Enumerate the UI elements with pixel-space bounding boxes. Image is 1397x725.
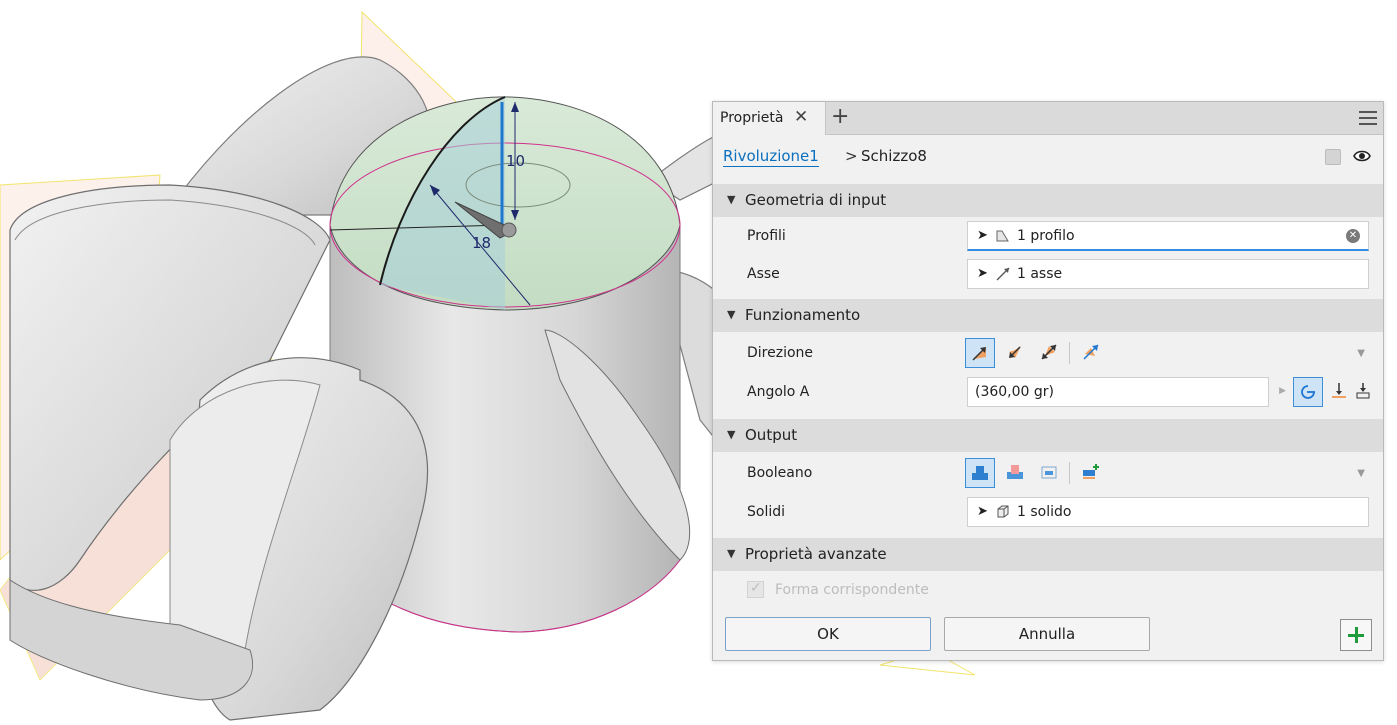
section-output[interactable]: ▼ Output bbox=[713, 419, 1383, 452]
select-arrow-icon: ➤ bbox=[977, 266, 988, 281]
boolean-join-button[interactable] bbox=[965, 458, 995, 488]
direction-label: Direzione bbox=[747, 345, 814, 361]
direction-default-button[interactable] bbox=[965, 338, 995, 368]
section-title: Funzionamento bbox=[745, 306, 861, 324]
solid-cube-icon bbox=[997, 505, 1009, 518]
select-arrow-icon: ➤ bbox=[977, 228, 988, 243]
breadcrumb-separator: > bbox=[845, 147, 858, 165]
row-match-shape: Forma corrispondente bbox=[713, 571, 1383, 609]
boolean-label: Booleano bbox=[747, 465, 813, 481]
dimension-diameter-label[interactable]: 18 bbox=[472, 234, 491, 252]
direction-asymmetric-button[interactable] bbox=[1077, 338, 1107, 368]
chevron-down-icon[interactable]: ▼ bbox=[1357, 348, 1365, 359]
profiles-label: Profili bbox=[747, 228, 786, 244]
axis-value: 1 asse bbox=[1017, 266, 1063, 282]
close-icon[interactable]: ✕ bbox=[794, 107, 808, 127]
match-shape-label: Forma corrispondente bbox=[775, 582, 929, 598]
new-solid-button[interactable] bbox=[1077, 458, 1107, 488]
row-axis: Asse ➤ 1 asse bbox=[713, 255, 1383, 293]
to-body-button[interactable] bbox=[1349, 377, 1379, 407]
eye-icon[interactable] bbox=[1353, 149, 1371, 163]
breadcrumb: Rivoluzione1 > Schizzo8 bbox=[713, 135, 1383, 175]
match-shape-checkbox[interactable] bbox=[747, 580, 764, 598]
ok-button[interactable]: OK bbox=[725, 617, 931, 651]
caret-right-icon[interactable]: ▶ bbox=[1279, 386, 1286, 396]
section-title: Output bbox=[745, 426, 798, 444]
axis-icon bbox=[996, 267, 1010, 281]
angle-label: Angolo A bbox=[747, 384, 810, 400]
panel-tab-bar: Proprietà ✕ + bbox=[713, 102, 1383, 135]
axis-label: Asse bbox=[747, 266, 780, 282]
collapse-caret-icon[interactable]: ▼ bbox=[727, 547, 735, 560]
properties-panel: Proprietà ✕ + Rivoluzione1 > Schizzo8 ▼ … bbox=[712, 101, 1384, 661]
boolean-cut-button[interactable] bbox=[1001, 458, 1031, 488]
solids-selector[interactable]: ➤ 1 solido bbox=[967, 497, 1369, 527]
breadcrumb-sketch-link[interactable]: Schizzo8 bbox=[861, 147, 927, 165]
section-behavior[interactable]: ▼ Funzionamento bbox=[713, 299, 1383, 332]
chevron-down-icon[interactable]: ▼ bbox=[1357, 468, 1365, 479]
axis-selector[interactable]: ➤ 1 asse bbox=[967, 259, 1369, 289]
clear-selection-icon[interactable]: ✕ bbox=[1346, 229, 1360, 243]
select-arrow-icon: ➤ bbox=[977, 504, 988, 519]
solids-value: 1 solido bbox=[1017, 504, 1072, 520]
cube-icon[interactable] bbox=[1325, 149, 1341, 165]
section-title: Geometria di input bbox=[745, 191, 887, 209]
row-boolean: Booleano ▼ bbox=[713, 454, 1383, 492]
row-profiles: Profili ➤ 1 profilo ✕ bbox=[713, 217, 1383, 255]
solids-label: Solidi bbox=[747, 504, 786, 520]
dimension-height-label[interactable]: 10 bbox=[506, 152, 525, 170]
row-solids: Solidi ➤ 1 solido bbox=[713, 493, 1383, 531]
section-advanced[interactable]: ▼ Proprietà avanzate bbox=[713, 538, 1383, 571]
angle-value: (360,00 gr) bbox=[975, 384, 1055, 400]
apply-plus-button[interactable] bbox=[1340, 619, 1372, 651]
profiles-value: 1 profilo bbox=[1017, 228, 1075, 244]
tab-properties[interactable]: Proprietà ✕ bbox=[713, 102, 826, 135]
collapse-caret-icon[interactable]: ▼ bbox=[727, 308, 735, 321]
profile-icon bbox=[996, 230, 1009, 242]
section-title: Proprietà avanzate bbox=[745, 545, 887, 563]
tab-label: Proprietà bbox=[720, 110, 784, 126]
boolean-intersect-button[interactable] bbox=[1035, 458, 1065, 488]
angle-input[interactable]: (360,00 gr) ▶ bbox=[967, 377, 1286, 407]
cancel-button[interactable]: Annulla bbox=[944, 617, 1150, 651]
row-angle: Angolo A (360,00 gr) ▶ bbox=[713, 373, 1383, 411]
collapse-caret-icon[interactable]: ▼ bbox=[727, 428, 735, 441]
row-direction: Direzione ▼ bbox=[713, 334, 1383, 372]
profiles-selector[interactable]: ➤ 1 profilo ✕ bbox=[967, 221, 1369, 251]
section-input-geometry[interactable]: ▼ Geometria di input bbox=[713, 184, 1383, 217]
breadcrumb-feature-link[interactable]: Rivoluzione1 bbox=[723, 147, 819, 167]
direction-flipped-button[interactable] bbox=[1001, 338, 1031, 368]
full-revolution-button[interactable] bbox=[1293, 377, 1323, 407]
collapse-caret-icon[interactable]: ▼ bbox=[727, 193, 735, 206]
hamburger-menu-icon[interactable] bbox=[1359, 111, 1377, 125]
add-tab-icon[interactable]: + bbox=[831, 104, 849, 129]
direction-symmetric-button[interactable] bbox=[1035, 338, 1065, 368]
